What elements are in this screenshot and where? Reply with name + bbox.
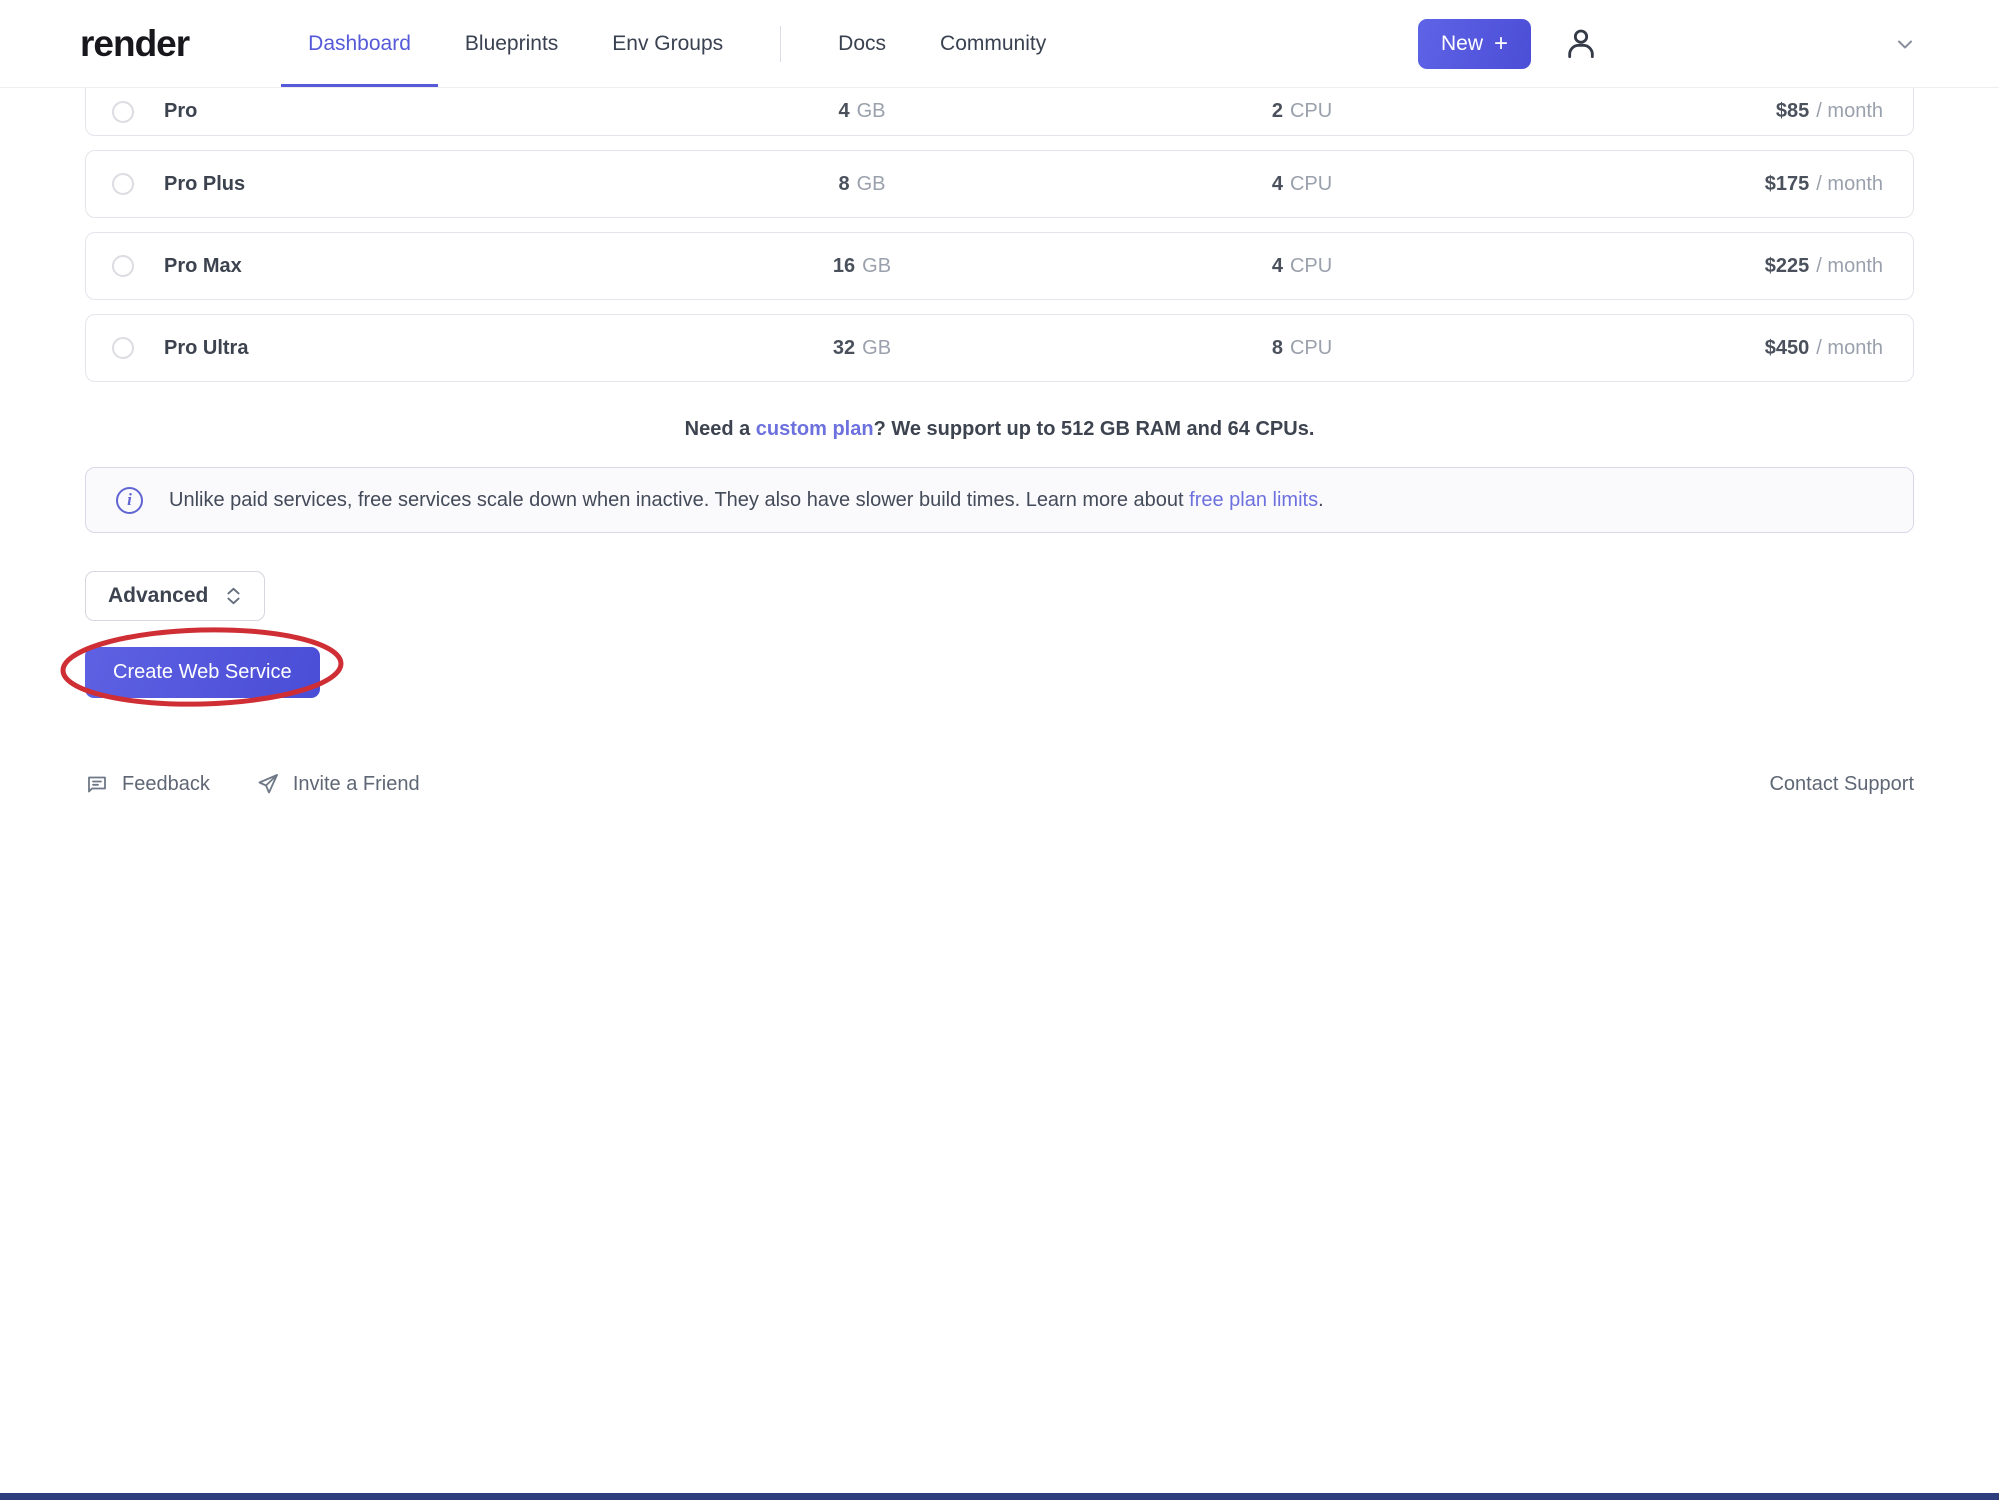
feedback-link[interactable]: Feedback <box>85 772 210 796</box>
advanced-label: Advanced <box>108 584 208 608</box>
nav-divider <box>780 26 781 62</box>
plan-name: Pro Plus <box>164 173 642 196</box>
plan-price: $450/ month <box>1522 337 1887 360</box>
plan-row[interactable]: Pro Ultra 32GB 8CPU $450/ month <box>85 314 1914 382</box>
plan-name: Pro Max <box>164 255 642 278</box>
plan-price: $175/ month <box>1522 173 1887 196</box>
new-button-label: New <box>1441 32 1483 56</box>
plan-cpu: 4CPU <box>1082 173 1522 196</box>
plan-radio[interactable] <box>112 101 134 123</box>
create-section: Create Web Service <box>85 647 320 698</box>
plan-cpu: 4CPU <box>1082 255 1522 278</box>
feedback-icon <box>85 772 109 796</box>
plan-price: $85/ month <box>1522 100 1887 123</box>
page-footer: Feedback Invite a Friend Contact Support <box>85 772 1914 796</box>
plan-name: Pro Ultra <box>164 337 642 360</box>
notice-text-after: . <box>1318 489 1324 511</box>
plan-radio[interactable] <box>112 255 134 277</box>
plus-icon: + <box>1494 32 1508 56</box>
nav-item-docs[interactable]: Docs <box>811 0 913 87</box>
plan-cpu: 8CPU <box>1082 337 1522 360</box>
bottom-edge-bar <box>0 1493 1999 1500</box>
plan-ram: 4GB <box>642 100 1082 123</box>
invite-friend-label: Invite a Friend <box>293 773 420 796</box>
plan-radio[interactable] <box>112 337 134 359</box>
plan-ram: 32GB <box>642 337 1082 360</box>
send-icon <box>256 772 280 796</box>
invite-friend-link[interactable]: Invite a Friend <box>256 772 420 796</box>
top-nav: render Dashboard Blueprints Env Groups D… <box>0 0 1999 88</box>
plan-ram: 16GB <box>642 255 1082 278</box>
plan-cpu: 2CPU <box>1082 100 1522 123</box>
main-content: Pro 4GB 2CPU $85/ month Pro Plus 8GB 4CP… <box>0 88 1999 796</box>
custom-plan-suffix: ? We support up to 512 GB RAM and 64 CPU… <box>874 418 1315 440</box>
advanced-toggle[interactable]: Advanced <box>85 571 265 621</box>
render-logo[interactable]: render <box>80 23 189 65</box>
create-web-service-button[interactable]: Create Web Service <box>85 647 320 698</box>
chevron-up-down-icon <box>225 584 242 608</box>
nav-item-community[interactable]: Community <box>913 0 1073 87</box>
custom-plan-link[interactable]: custom plan <box>756 418 874 440</box>
contact-support-link[interactable]: Contact Support <box>1769 773 1914 796</box>
plan-price: $225/ month <box>1522 255 1887 278</box>
chevron-down-icon[interactable] <box>1893 32 1917 56</box>
nav-item-blueprints[interactable]: Blueprints <box>438 0 585 87</box>
nav-item-dashboard[interactable]: Dashboard <box>281 0 438 87</box>
custom-plan-prefix: Need a <box>685 418 756 440</box>
plan-row[interactable]: Pro 4GB 2CPU $85/ month <box>85 88 1914 136</box>
primary-nav: Dashboard Blueprints Env Groups Docs Com… <box>281 0 1073 87</box>
plan-name: Pro <box>164 100 642 123</box>
plan-row[interactable]: Pro Plus 8GB 4CPU $175/ month <box>85 150 1914 218</box>
plan-ram: 8GB <box>642 173 1082 196</box>
custom-plan-line: Need a custom plan? We support up to 512… <box>85 418 1914 441</box>
notice-text-before: Unlike paid services, free services scal… <box>169 489 1189 511</box>
free-plan-notice: i Unlike paid services, free services sc… <box>85 467 1914 533</box>
free-plan-limits-link[interactable]: free plan limits <box>1189 489 1318 511</box>
plan-radio[interactable] <box>112 173 134 195</box>
info-icon: i <box>116 487 143 514</box>
user-avatar-icon[interactable] <box>1561 24 1601 64</box>
nav-right: New + <box>1418 0 1917 87</box>
plan-list: Pro 4GB 2CPU $85/ month Pro Plus 8GB 4CP… <box>85 88 1914 382</box>
nav-item-env-groups[interactable]: Env Groups <box>585 0 750 87</box>
new-button[interactable]: New + <box>1418 19 1531 69</box>
notice-text: Unlike paid services, free services scal… <box>169 489 1324 512</box>
feedback-label: Feedback <box>122 773 210 796</box>
plan-row[interactable]: Pro Max 16GB 4CPU $225/ month <box>85 232 1914 300</box>
